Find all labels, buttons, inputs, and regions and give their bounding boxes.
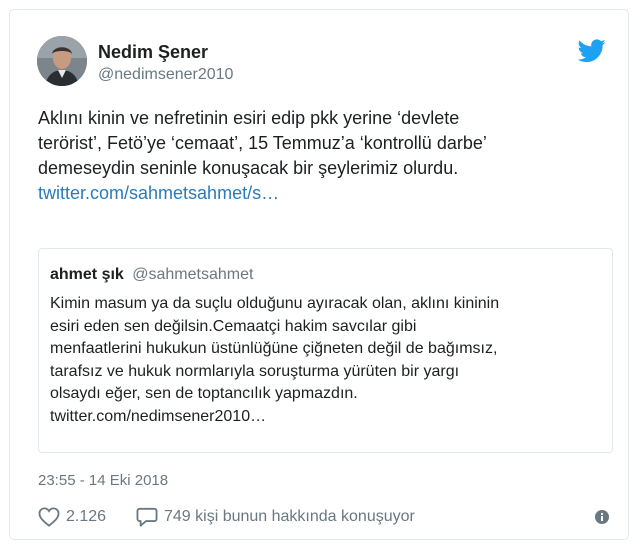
tweet-actions: 2.126 749 kişi bunun hakkında konuşuyor [38, 507, 618, 531]
avatar[interactable] [37, 36, 87, 86]
conversation-action[interactable]: 749 kişi bunun hakkında konuşuyor [136, 507, 415, 527]
tweet-text: Aklını kinin ve nefretinin esiri edip pk… [38, 106, 613, 206]
quoted-tweet-text: Kimin masum ya da suçlu olduğunu ayıraca… [50, 293, 605, 428]
quoted-tweet[interactable]: ahmet şık @sahmetsahmet Kimin masum ya d… [38, 248, 613, 453]
quoted-text-line: olsaydı eğer, sen de toptancılık yapmazd… [50, 385, 358, 402]
quoted-text-line: menfaatlerini hukukun üstünlüğüne çiğnet… [50, 340, 498, 357]
quoted-text-line: esiri eden sen değilsin.Cemaatçi hakim s… [50, 317, 417, 335]
quoted-text-line: tarafsız ve hukuk normlarıyla soruşturma… [50, 362, 460, 380]
tweet-text-line: Aklını kinin ve nefretinin esiri edip pk… [38, 108, 460, 128]
author-name[interactable]: Nedim Şener [98, 42, 208, 63]
heart-icon [38, 507, 60, 527]
quoted-author-name: ahmet şık [50, 266, 124, 283]
quoted-tweet-header: ahmet şık @sahmetsahmet [50, 266, 253, 284]
quoted-link[interactable]: twitter.com/nedimsener2010… [50, 406, 605, 429]
tweet-link[interactable]: twitter.com/sahmetsahmet/s… [38, 181, 613, 206]
quoted-text-line: Kimin masum ya da suçlu olduğunu ayıraca… [50, 295, 500, 312]
info-icon[interactable] [595, 510, 609, 524]
conversation-text: 749 kişi bunun hakkında konuşuyor [164, 508, 415, 525]
tweet-text-line: terörist’, Fetö’ye ‘cemaat’, 15 Temmuz’a… [38, 133, 487, 153]
like-count: 2.126 [66, 508, 107, 525]
tweet-timestamp[interactable]: 23:55 - 14 Eki 2018 [38, 472, 168, 489]
twitter-bird-icon[interactable] [577, 39, 606, 63]
author-handle[interactable]: @nedimsener2010 [98, 66, 233, 84]
like-action[interactable]: 2.126 [38, 507, 106, 527]
reply-bubble-icon [136, 507, 158, 527]
tweet-text-line: demeseydin seninle konuşacak bir şeyleri… [38, 158, 459, 178]
quoted-author-handle: @sahmetsahmet [132, 266, 254, 283]
tweet-card: Nedim Şener @nedimsener2010 Aklını kinin… [9, 9, 629, 540]
